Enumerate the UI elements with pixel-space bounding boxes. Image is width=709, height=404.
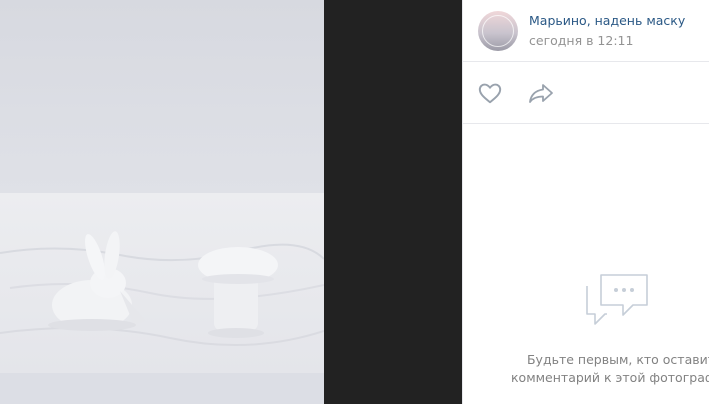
post-header: Марьино, надень маску сегодня в 12:11 (463, 0, 709, 62)
photo-viewer (0, 0, 462, 404)
post-actions (463, 62, 709, 124)
post-time[interactable]: сегодня в 12:11 (529, 33, 633, 48)
comments-empty-line1: Будьте первым, кто оставит (526, 352, 709, 367)
snow-sculptures (0, 231, 324, 347)
heart-outline-icon[interactable] (477, 80, 503, 106)
photo[interactable] (0, 0, 324, 404)
photo-sky (0, 0, 324, 193)
snow-rabbit (48, 231, 146, 331)
comments-empty-state: Будьте первым, кто оставит комментарий к… (463, 124, 709, 404)
avatar[interactable] (478, 11, 518, 51)
comments-empty-line2: комментарий к этой фотографии (511, 370, 709, 385)
avatar-ring (482, 15, 514, 47)
photo-bottom-band (0, 373, 324, 404)
snow-mushroom (198, 247, 278, 338)
post-panel: Марьино, надень маску сегодня в 12:11 Бу… (462, 0, 709, 404)
author-name[interactable]: Марьино, надень маску (529, 13, 685, 28)
comments-empty-text: Будьте первым, кто оставит комментарий к… (511, 351, 709, 387)
chat-bubbles-icon (585, 272, 649, 334)
share-arrow-icon[interactable] (527, 80, 555, 106)
